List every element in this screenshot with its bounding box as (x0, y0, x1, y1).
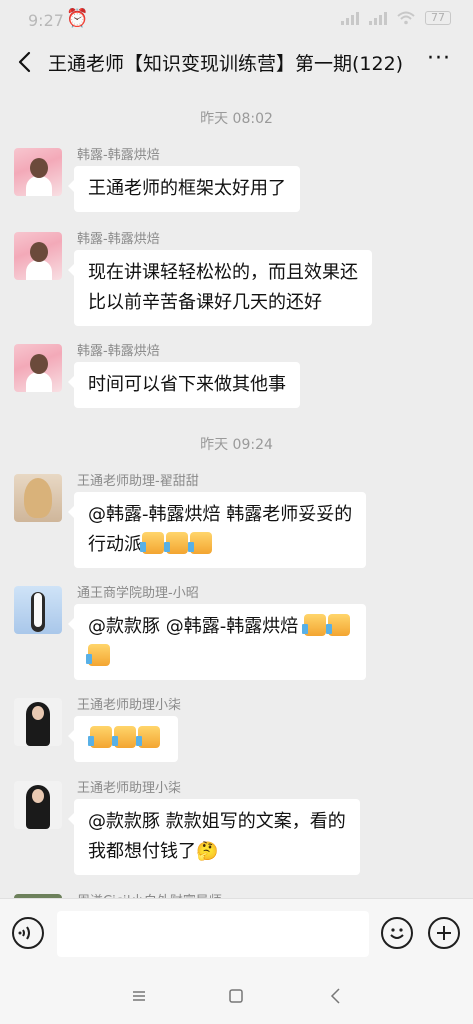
message-line: @款款豚 @韩露-韩露烘焙 (88, 612, 352, 642)
message-bubble[interactable] (68, 716, 178, 762)
battery-indicator: 77 (425, 11, 451, 25)
message-bubble[interactable]: @款款豚 款款姐写的文案，看的 我都想付钱了🤔 (68, 799, 360, 875)
status-time: 9:27 (28, 11, 64, 30)
message-line (86, 642, 352, 672)
sender-name: 通王商学院助理-小昭 (77, 586, 199, 601)
message-line: @款款豚 款款姐写的文案，看的 (88, 811, 346, 832)
thumbs-up-icon (325, 614, 350, 636)
nav-back-icon[interactable] (326, 986, 346, 1006)
message-input[interactable] (57, 911, 369, 957)
signal-icon-2 (369, 11, 387, 25)
more-options-button[interactable]: ··· (427, 46, 451, 71)
message-line: 比以前辛苦备课好几天的还好 (88, 292, 322, 313)
wifi-icon (397, 11, 415, 25)
message-text: @款款豚 @韩露-韩露烘焙 (88, 616, 304, 637)
thumbs-up-icon (188, 532, 212, 554)
thumbs-up-icon (112, 726, 136, 748)
avatar[interactable] (14, 344, 62, 392)
message-line: @韩露-韩露烘焙 韩露老师妥妥的 (88, 504, 353, 525)
avatar[interactable] (14, 586, 62, 634)
thumbs-up-icon (140, 532, 164, 554)
status-icons: 77 (341, 11, 451, 25)
avatar[interactable] (14, 474, 62, 522)
chat-title: 王通老师【知识变现训练营】第一期(122) (48, 53, 404, 75)
input-bar (0, 898, 473, 968)
thumbs-up-icon (88, 726, 112, 748)
system-nav-bar (0, 968, 473, 1024)
menu-icon[interactable] (129, 986, 149, 1006)
home-icon[interactable] (226, 986, 246, 1006)
message-bubble[interactable]: @韩露-韩露烘焙 韩露老师妥妥的 行动派 (67, 492, 367, 568)
avatar[interactable] (14, 232, 62, 280)
message-bubble[interactable]: 王通老师的框架太好用了 (68, 166, 300, 212)
voice-icon[interactable] (12, 917, 44, 949)
sender-name: 王通老师助理小柒 (77, 698, 182, 713)
message-bubble[interactable]: 时间可以省下来做其他事 (68, 362, 300, 408)
sender-name: 韩露-韩露烘焙 (77, 232, 160, 247)
alarm-icon: ⏰ (66, 8, 89, 29)
timestamp: 昨天 08:02 (200, 111, 273, 127)
sender-name: 周谦Cici|小白外财富导师 (77, 890, 222, 898)
message-bubble[interactable]: 现在讲课轻轻松松的，而且效果还 比以前辛苦备课好几天的还好 (68, 250, 372, 326)
thumbs-up-icon (86, 644, 110, 666)
thumbs-up-icon (136, 726, 160, 748)
status-bar: 9:27 ⏰ 77 (0, 0, 473, 40)
avatar[interactable] (14, 148, 62, 196)
message-line: 现在讲课轻轻松松的，而且效果还 (88, 262, 358, 283)
thumbs-up-icon (164, 532, 188, 554)
sender-name: 王通老师助理小柒 (77, 781, 182, 796)
message-line: 我都想付钱了🤔 (88, 841, 219, 862)
sender-name: 韩露-韩露烘焙 (77, 344, 160, 359)
sender-name: 王通老师助理-翟甜甜 (77, 474, 199, 489)
message-list[interactable]: 昨天 08:02 韩露-韩露烘焙 王通老师的框架太好用了 韩露-韩露烘焙 现在讲… (0, 86, 473, 898)
avatar[interactable] (14, 781, 62, 829)
avatar[interactable] (14, 698, 62, 746)
signal-icon (341, 11, 359, 25)
message-text: 行动派 (88, 534, 142, 555)
sender-name: 韩露-韩露烘焙 (77, 148, 160, 163)
message-bubble[interactable]: @款款豚 @韩露-韩露烘焙 (68, 604, 366, 680)
emoji-icon[interactable] (381, 917, 413, 949)
back-arrow-icon[interactable] (12, 48, 40, 76)
timestamp: 昨天 09:24 (200, 437, 273, 453)
plus-icon[interactable] (428, 917, 460, 949)
chat-header: 王通老师【知识变现训练营】第一期(122) ··· (0, 40, 473, 86)
thumbs-up-icon (301, 614, 326, 636)
message-line: 行动派 (88, 530, 352, 560)
